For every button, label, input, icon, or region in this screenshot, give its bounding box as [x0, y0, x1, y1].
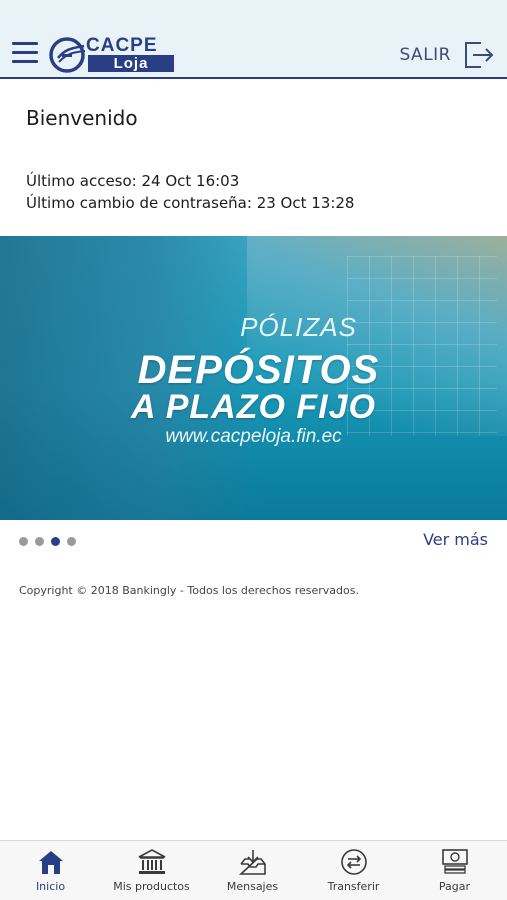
brand-logo: CACPE Loja — [48, 36, 176, 74]
bank-icon — [138, 849, 165, 874]
last-access-text: Último acceso: 24 Oct 16:03 — [26, 172, 240, 190]
banner-subtitle: PÓLIZAS — [240, 312, 357, 342]
payment-icon — [441, 849, 468, 874]
brand-city: Loja — [88, 55, 174, 72]
tab-label: Inicio — [35, 880, 66, 893]
transfer-icon — [340, 849, 367, 875]
last-password-change-text: Último cambio de contraseña: 23 Oct 13:2… — [26, 194, 355, 212]
tab-pagar[interactable]: Pagar — [404, 841, 505, 900]
app-header: CACPE Loja SALIR — [0, 0, 507, 79]
promo-banner[interactable]: PÓLIZAS DEPÓSITOS A PLAZO FIJO www.cacpe… — [0, 236, 507, 520]
welcome-title: Bienvenido — [26, 106, 138, 130]
banner-title-line1: DEPÓSITOS — [137, 348, 380, 392]
home-icon — [38, 851, 63, 874]
tab-label: Pagar — [438, 880, 471, 893]
tab-inicio[interactable]: Inicio — [0, 841, 101, 900]
carousel-dot[interactable] — [67, 537, 76, 546]
logo-mark-icon — [49, 37, 86, 73]
inbox-icon — [238, 850, 266, 875]
tab-mensajes[interactable]: Mensajes — [202, 841, 303, 900]
tab-label: Mensajes — [226, 880, 279, 893]
tab-label: Mis productos — [113, 880, 190, 893]
menu-icon[interactable] — [12, 42, 38, 64]
access-info: Último acceso: 24 Oct 16:03 Último cambi… — [26, 170, 354, 214]
carousel-dots — [19, 537, 83, 546]
brand-name: CACPE — [86, 35, 158, 56]
logout-label: SALIR — [399, 45, 451, 65]
bottom-tab-bar: Inicio Mis productos Mensajes Transferir… — [0, 840, 507, 900]
tab-label: Transferir — [327, 880, 380, 893]
carousel-dot[interactable] — [35, 537, 44, 546]
banner-url: www.cacpeloja.fin.ec — [165, 426, 342, 447]
banner-title-line2: A PLAZO FIJO — [131, 388, 376, 426]
logout-button[interactable]: SALIR — [399, 40, 495, 70]
tab-transferir[interactable]: Transferir — [303, 841, 404, 900]
logout-icon — [465, 42, 494, 68]
copyright-text: Copyright © 2018 Bankingly - Todos los d… — [19, 584, 359, 597]
tab-mis-productos[interactable]: Mis productos — [101, 841, 202, 900]
carousel-dot[interactable] — [19, 537, 28, 546]
carousel-dot-active[interactable] — [51, 537, 60, 546]
see-more-link[interactable]: Ver más — [423, 530, 488, 549]
